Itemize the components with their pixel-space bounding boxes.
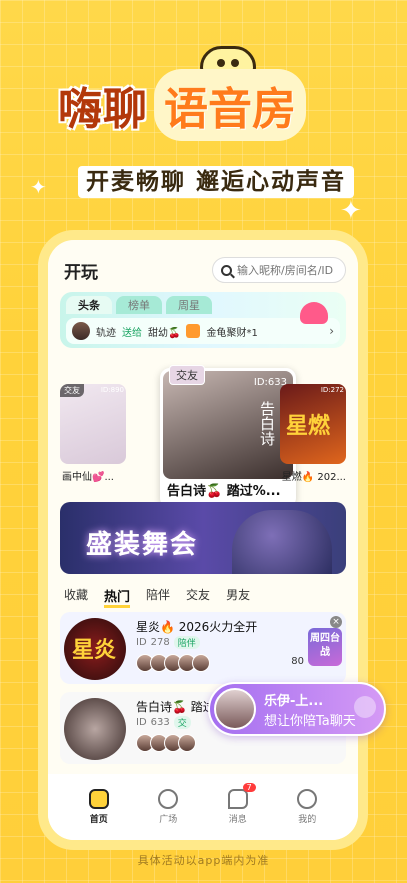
tab-boyfriend[interactable]: 男友: [226, 586, 250, 608]
close-icon[interactable]: ×: [330, 616, 342, 628]
app-screen: 开玩 头条 榜单 周星 轨迹 送给 甜幼🍒 金龟聚财*1 ›: [48, 240, 358, 840]
tab-label: 我的: [298, 815, 317, 825]
room-caption-left: 画中仙💕...: [62, 472, 114, 483]
room-badge: 交: [173, 716, 191, 729]
room-photo: ID:633 告白诗: [163, 371, 293, 479]
gift-ticker[interactable]: 轨迹 送给 甜幼🍒 金龟聚财*1 ›: [66, 318, 340, 344]
sparkle-icon: ✦: [30, 175, 47, 199]
decoration-icon: [354, 696, 376, 718]
room-id: ID:272: [320, 386, 344, 394]
room-vertical-text: 告白诗: [258, 401, 276, 446]
unread-badge: 7: [242, 783, 256, 792]
id-label: ID: [136, 717, 147, 728]
room-title: 星炎🔥 2026火力全开: [136, 620, 258, 634]
avatar: [192, 654, 210, 672]
id-value: 633: [150, 717, 170, 728]
tab-headline[interactable]: 头条: [66, 296, 112, 314]
member-avatars: [136, 734, 196, 752]
tab-messages[interactable]: 7 消息: [227, 783, 256, 825]
room-tag: 交友: [60, 384, 84, 397]
event-side-tag[interactable]: 周四台战: [308, 628, 342, 666]
room-title: 告白诗🍒 踏过: [136, 700, 215, 714]
tab-friends[interactable]: 交友: [186, 586, 210, 608]
featured-rooms: 交友 ID:890 画中仙💕... ID:633 告白诗 交友 告白诗🍒 踏过%…: [60, 365, 346, 508]
search-box[interactable]: [212, 257, 346, 283]
invite-message: 想让你陪Ta聊天: [264, 714, 356, 729]
room-logo-text: 星燃: [286, 414, 331, 439]
avatar: [178, 734, 196, 752]
tab-companion[interactable]: 陪伴: [146, 586, 170, 608]
ticker-user: 轨迹: [96, 327, 116, 339]
room-caption-right: 星燃🔥 202...: [281, 472, 346, 483]
poster-title: 嗨聊 语音房: [58, 69, 306, 141]
ticker-target: 甜幼🍒: [148, 327, 181, 339]
tab-favorites[interactable]: 收藏: [64, 586, 88, 608]
sparkle-icon: ✦: [340, 196, 362, 226]
tab-weekly-star[interactable]: 周星: [166, 296, 212, 314]
avatar: [72, 322, 90, 340]
tab-ranking[interactable]: 榜单: [116, 296, 162, 314]
gift-icon: [186, 324, 201, 338]
ticker-gift: 金龟聚财*1: [206, 327, 258, 339]
poster-title-right: 语音房: [154, 69, 306, 141]
room-thumbnail: 星炎: [64, 618, 126, 680]
bottom-tabbar: 首页 广场 7 消息 我的: [48, 774, 358, 840]
footer-note: 具体活动以app端内为准: [137, 854, 270, 867]
room-meta: ID 633 交: [136, 716, 191, 729]
tab-label: 广场: [159, 815, 178, 825]
room-meta: ID 278 陪伴: [136, 636, 200, 649]
room-title: 告白诗🍒 踏过%...: [167, 484, 281, 499]
poster-title-left: 嗨聊: [58, 84, 148, 135]
search-input[interactable]: [237, 263, 337, 277]
invite-name: 乐伊-上...: [264, 694, 324, 709]
penguin-mascot-icon: [300, 302, 328, 324]
avatar: [214, 688, 256, 730]
chat-invite-bubble[interactable]: 乐伊-上... 想让你陪Ta聊天: [208, 682, 386, 736]
thumb-text: 星炎: [72, 638, 117, 663]
category-tabs: 收藏 热门 陪伴 交友 男友: [64, 586, 250, 608]
tab-hot[interactable]: 热门: [104, 586, 131, 608]
chevron-right-icon: ›: [329, 324, 334, 338]
planet-icon: [158, 789, 179, 809]
member-avatars: [136, 654, 210, 672]
id-label: ID: [136, 637, 147, 648]
phone-frame: 开玩 头条 榜单 周星 轨迹 送给 甜幼🍒 金龟聚财*1 ›: [38, 230, 368, 850]
room-card-right[interactable]: ID:272 星燃: [280, 384, 346, 464]
room-card-left[interactable]: 交友 ID:890: [60, 384, 126, 464]
banner-figure: [232, 510, 332, 574]
event-banner[interactable]: 盛装舞会: [60, 502, 346, 574]
room-id: ID:890: [100, 386, 124, 394]
room-badge: 陪伴: [173, 636, 200, 649]
tab-square[interactable]: 广场: [158, 789, 179, 825]
top-bar: 开玩: [64, 256, 346, 284]
list-item[interactable]: 星炎 星炎🔥 2026火力全开 ID 278 陪伴 80 周四台战 ×: [60, 612, 346, 684]
id-value: 278: [150, 637, 170, 648]
member-count: 80: [291, 656, 304, 667]
ticker-action: 送给: [122, 327, 142, 339]
home-icon: [88, 789, 109, 809]
room-card-center[interactable]: ID:633 告白诗 交友 告白诗🍒 踏过%...: [160, 365, 296, 508]
message-icon: [227, 789, 248, 809]
profile-icon: [297, 789, 318, 809]
search-icon: [221, 264, 232, 276]
room-tag: 交友: [169, 365, 205, 385]
tab-label: 消息: [228, 815, 247, 825]
app-name: 开玩: [64, 262, 98, 283]
banner-title: 盛装舞会: [86, 530, 199, 560]
room-thumbnail: [64, 698, 126, 760]
tab-label: 首页: [89, 815, 108, 825]
tab-profile[interactable]: 我的: [297, 789, 318, 825]
poster-subtitle: 开麦畅聊 邂逅心动声音: [78, 166, 355, 198]
tab-home[interactable]: 首页: [88, 789, 109, 825]
